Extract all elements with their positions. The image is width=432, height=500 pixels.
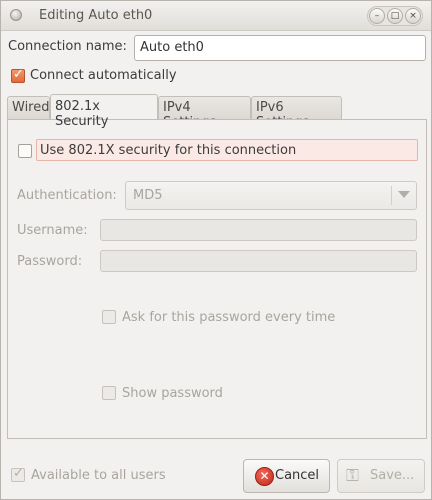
available-to-all-users-checkbox[interactable]	[11, 466, 25, 482]
cancel-icon: ✕	[255, 467, 274, 486]
use-8021x-checkbox[interactable]	[18, 144, 32, 158]
authentication-select[interactable]: MD5	[125, 181, 417, 210]
save-button[interactable]: ⚿ Save...	[337, 459, 425, 493]
authentication-label: Authentication:	[17, 188, 117, 203]
tab-8021x-security[interactable]: 802.1x Security	[50, 94, 158, 129]
username-field[interactable]	[100, 219, 417, 241]
username-label: Username:	[17, 223, 88, 238]
window-controls: – □ ×	[367, 6, 423, 26]
select-divider	[391, 186, 392, 205]
ask-password-checkbox[interactable]	[102, 310, 116, 324]
window-dot-icon	[10, 9, 22, 21]
password-label: Password:	[17, 254, 83, 269]
title-bar: Editing Auto eth0 – □ ×	[1, 1, 431, 31]
show-password-label[interactable]: Show password	[122, 386, 223, 401]
show-password-checkbox[interactable]	[102, 386, 116, 400]
connection-name-input[interactable]: Auto eth0	[134, 35, 426, 61]
use-8021x-label[interactable]: Use 802.1X security for this connection	[40, 143, 296, 158]
close-button[interactable]: ×	[405, 8, 421, 24]
tab-ipv4-settings[interactable]: IPv4 Settings	[158, 96, 251, 130]
connect-automatically-checkbox[interactable]	[11, 67, 25, 83]
tab-wired[interactable]: Wired	[7, 96, 50, 120]
cancel-button[interactable]: ✕ Cancel	[243, 459, 330, 493]
minimize-button[interactable]: –	[369, 8, 385, 24]
chevron-down-icon	[398, 191, 410, 198]
key-icon: ⚿	[346, 466, 359, 486]
connect-automatically-label[interactable]: Connect automatically	[30, 68, 177, 83]
connection-name-label: Connection name:	[8, 39, 127, 54]
cancel-label: Cancel	[275, 468, 320, 483]
edit-connection-window: Editing Auto eth0 – □ × Connection name:…	[0, 0, 432, 500]
ask-password-label[interactable]: Ask for this password every time	[122, 310, 335, 325]
tab-ipv6-settings[interactable]: IPv6 Settings	[251, 96, 342, 130]
maximize-button[interactable]: □	[387, 8, 403, 24]
available-to-all-users-label[interactable]: Available to all users	[31, 468, 166, 483]
password-field[interactable]	[100, 250, 417, 272]
authentication-value: MD5	[133, 188, 163, 203]
window-title: Editing Auto eth0	[39, 8, 153, 23]
save-label: Save...	[370, 468, 415, 483]
